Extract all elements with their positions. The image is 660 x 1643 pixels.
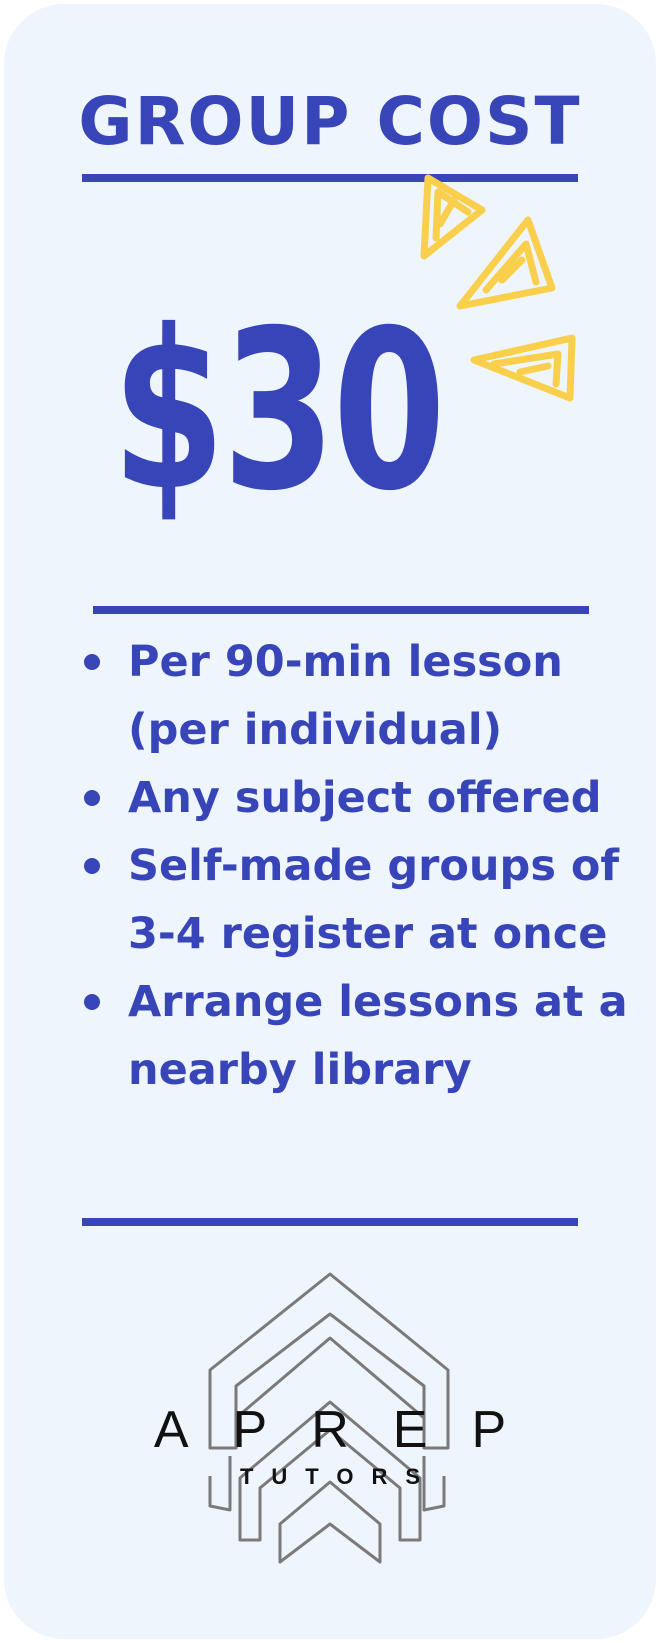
list-item: Per 90-min lesson (per individual) xyxy=(82,628,642,764)
bullet-dot-icon xyxy=(84,790,100,806)
price-divider xyxy=(93,606,589,614)
card-title: GROUP COST xyxy=(78,83,582,160)
list-item-text: Per 90-min lesson (per individual) xyxy=(128,637,563,755)
feature-list: Per 90-min lesson (per individual) Any s… xyxy=(82,628,642,1104)
bullet-dot-icon xyxy=(84,858,100,874)
list-item: Any subject offered xyxy=(82,764,642,832)
price: $30 xyxy=(112,283,446,539)
logo-name: APREP xyxy=(153,1401,551,1459)
list-item-text: Arrange lessons at a nearby library xyxy=(128,977,628,1095)
logo-tagline: TUTORS xyxy=(239,1464,439,1489)
sparkle-triangles-icon xyxy=(420,174,576,402)
list-item-text: Any subject offered xyxy=(128,773,602,823)
list-item: Arrange lessons at a nearby library xyxy=(82,968,642,1104)
bullet-dot-icon xyxy=(84,654,100,670)
list-item: Self-made groups of 3-4 register at once xyxy=(82,832,642,968)
list-item-text: Self-made groups of 3-4 register at once xyxy=(128,841,620,959)
list-divider xyxy=(82,1218,578,1226)
bullet-dot-icon xyxy=(84,994,100,1010)
